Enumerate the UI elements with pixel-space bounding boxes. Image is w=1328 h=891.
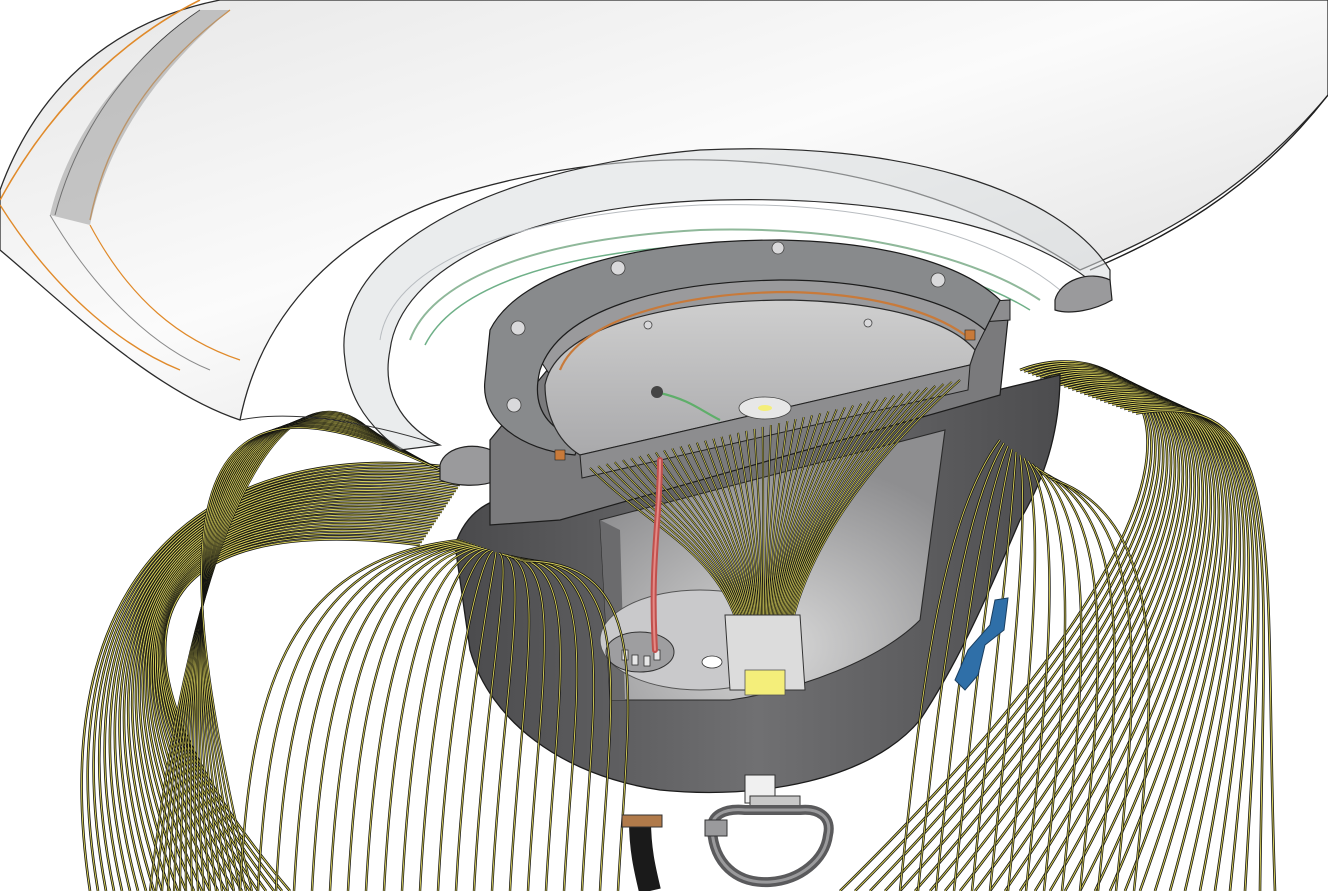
cage-wire-front xyxy=(256,539,464,891)
cad-section-view xyxy=(0,0,1328,891)
mount-bracket xyxy=(704,795,834,888)
cage-wire-front-core xyxy=(257,540,464,891)
base-cable xyxy=(629,819,661,891)
